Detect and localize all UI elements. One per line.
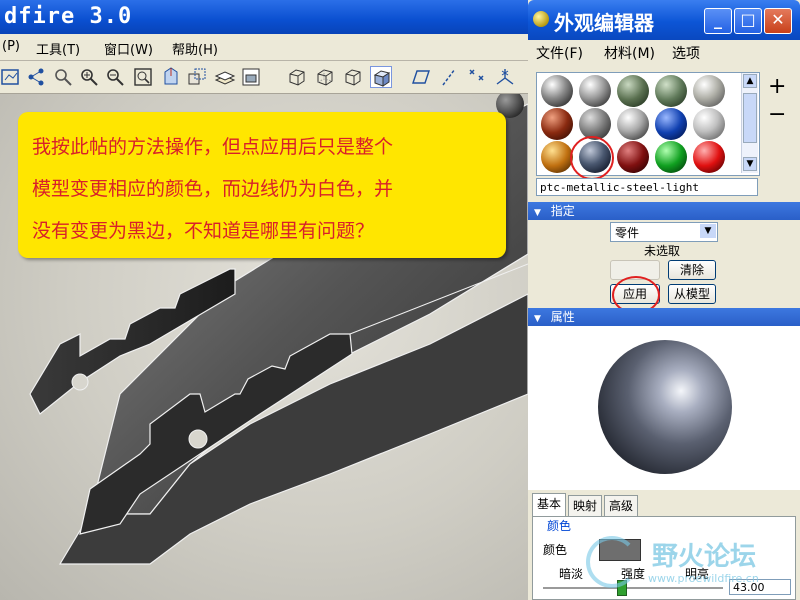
reorient-icon[interactable] (160, 66, 182, 88)
swatch-silver[interactable] (579, 75, 611, 107)
swatch-rust[interactable] (541, 108, 573, 140)
editor-menu-file[interactable]: 文件(F) (536, 43, 583, 63)
editor-title-bar: 外观编辑器 _ □ ✕ (528, 0, 800, 40)
assign-header-label: 指定 (550, 204, 575, 218)
appearance-editor-window: 外观编辑器 _ □ ✕ 文件(F) 材料(M) 选项 ▲ ▼ + − ptc-m… (528, 0, 800, 600)
datum-points-icon[interactable] (466, 66, 488, 88)
layers-icon[interactable] (214, 66, 236, 88)
coordinate-system-icon[interactable] (494, 66, 516, 88)
clear-button[interactable]: 清除 (668, 260, 716, 280)
remove-appearance-button[interactable]: − (768, 102, 786, 127)
main-toolbar (0, 61, 528, 94)
swatch-dark-red[interactable] (617, 141, 649, 173)
swatch-grey-cross[interactable] (579, 108, 611, 140)
zoom-in-icon[interactable] (78, 66, 100, 88)
main-menu-bar: (P) 工具(T) 窗口(W) 帮助(H) (0, 34, 528, 61)
question-callout: 我按此帖的方法操作，但点应用后只是整个 模型变更相应的颜色，而边线仍为白色，并 … (18, 112, 506, 258)
saved-views-icon[interactable] (186, 66, 208, 88)
editor-menu-options[interactable]: 选项 (672, 43, 700, 63)
callout-line-1: 我按此帖的方法操作，但点应用后只是整个 (32, 136, 394, 158)
swatch-pearl[interactable] (617, 108, 649, 140)
scroll-down-icon[interactable]: ▼ (743, 157, 757, 171)
main-title-bar: dfire 3.0 (0, 0, 528, 34)
appearance-name-field[interactable]: ptc-metallic-steel-light (536, 178, 758, 196)
tab-basic[interactable]: 基本 (532, 493, 567, 517)
hidden-line-icon[interactable] (314, 66, 336, 88)
layer-tree-icon[interactable] (0, 66, 22, 88)
refit-icon[interactable] (132, 66, 154, 88)
swatch-red[interactable] (693, 141, 725, 173)
chevron-down-icon[interactable]: ▼ (700, 224, 716, 238)
tab-advanced[interactable]: 高级 (604, 495, 639, 516)
assign-status: 未选取 (644, 244, 681, 258)
properties-panel-header[interactable]: ▼ 属性 (528, 308, 800, 326)
preview-sphere (598, 340, 732, 474)
swatch-green[interactable] (655, 141, 687, 173)
menu-item-p[interactable]: (P) (2, 39, 20, 54)
dim-label: 暗淡 (559, 567, 584, 581)
swatch-olive[interactable] (655, 75, 687, 107)
highlight-swatch-ring (570, 136, 614, 180)
minimize-icon[interactable]: _ (704, 8, 732, 34)
maximize-icon[interactable]: □ (734, 8, 762, 34)
editor-menu-material[interactable]: 材料(M) (604, 43, 655, 63)
callout-line-3: 没有变更为黑边，不知道是哪里有问题？ (32, 220, 375, 242)
palette-scrollbar[interactable]: ▲ ▼ (741, 73, 758, 173)
collapse-arrow-icon: ▼ (534, 208, 541, 218)
color-group-label: 颜色 (547, 519, 572, 533)
close-icon[interactable]: ✕ (764, 8, 792, 34)
swatch-orange[interactable] (541, 141, 573, 173)
scroll-up-icon[interactable]: ▲ (743, 74, 757, 88)
menu-item-tools[interactable]: 工具(T) (36, 39, 80, 58)
scroll-thumb[interactable] (743, 93, 757, 143)
view-manager-icon[interactable] (240, 66, 262, 88)
swatch-blue[interactable] (655, 108, 687, 140)
datum-point-icon[interactable] (26, 66, 48, 88)
menu-item-window[interactable]: 窗口(W) (104, 39, 153, 58)
collapse-arrow-icon: ▼ (534, 314, 541, 324)
assign-type-select[interactable]: 零件 ▼ (610, 222, 718, 242)
swatch-chrome[interactable] (541, 75, 573, 107)
appearance-preview (528, 326, 800, 490)
editor-menu-bar: 文件(F) 材料(M) 选项 (528, 40, 800, 64)
settings-search-icon[interactable] (52, 66, 74, 88)
color-label: 颜色 (543, 543, 568, 557)
callout-line-2: 模型变更相应的颜色，而边线仍为白色，并 (32, 178, 394, 200)
editor-app-icon (533, 11, 549, 27)
watermark: 野火论坛 www.proewildfire.cn (586, 530, 796, 600)
datum-plane-icon[interactable] (410, 66, 432, 88)
main-window-title: dfire 3.0 (4, 4, 133, 29)
watermark-brand: 野火论坛 (652, 542, 757, 572)
wireframe-icon[interactable] (286, 66, 308, 88)
watermark-logo-icon (586, 536, 638, 588)
swatch-green-grey[interactable] (617, 75, 649, 107)
swatch-white[interactable] (693, 108, 725, 140)
shading-icon[interactable] (370, 66, 392, 88)
add-appearance-button[interactable]: + (768, 74, 786, 99)
zoom-out-icon[interactable] (104, 66, 126, 88)
from-model-button[interactable]: 从模型 (668, 284, 716, 304)
swatch-light-grey[interactable] (693, 75, 725, 107)
assign-panel-header[interactable]: ▼ 指定 (528, 202, 800, 220)
no-hidden-icon[interactable] (342, 66, 364, 88)
datum-axis-icon[interactable] (438, 66, 460, 88)
watermark-url: www.proewildfire.cn (648, 572, 759, 585)
properties-header-label: 属性 (550, 310, 575, 324)
tab-map[interactable]: 映射 (568, 495, 603, 516)
menu-item-help[interactable]: 帮助(H) (172, 39, 218, 58)
editor-title: 外观编辑器 (554, 11, 654, 35)
assign-type-value: 零件 (615, 226, 640, 240)
